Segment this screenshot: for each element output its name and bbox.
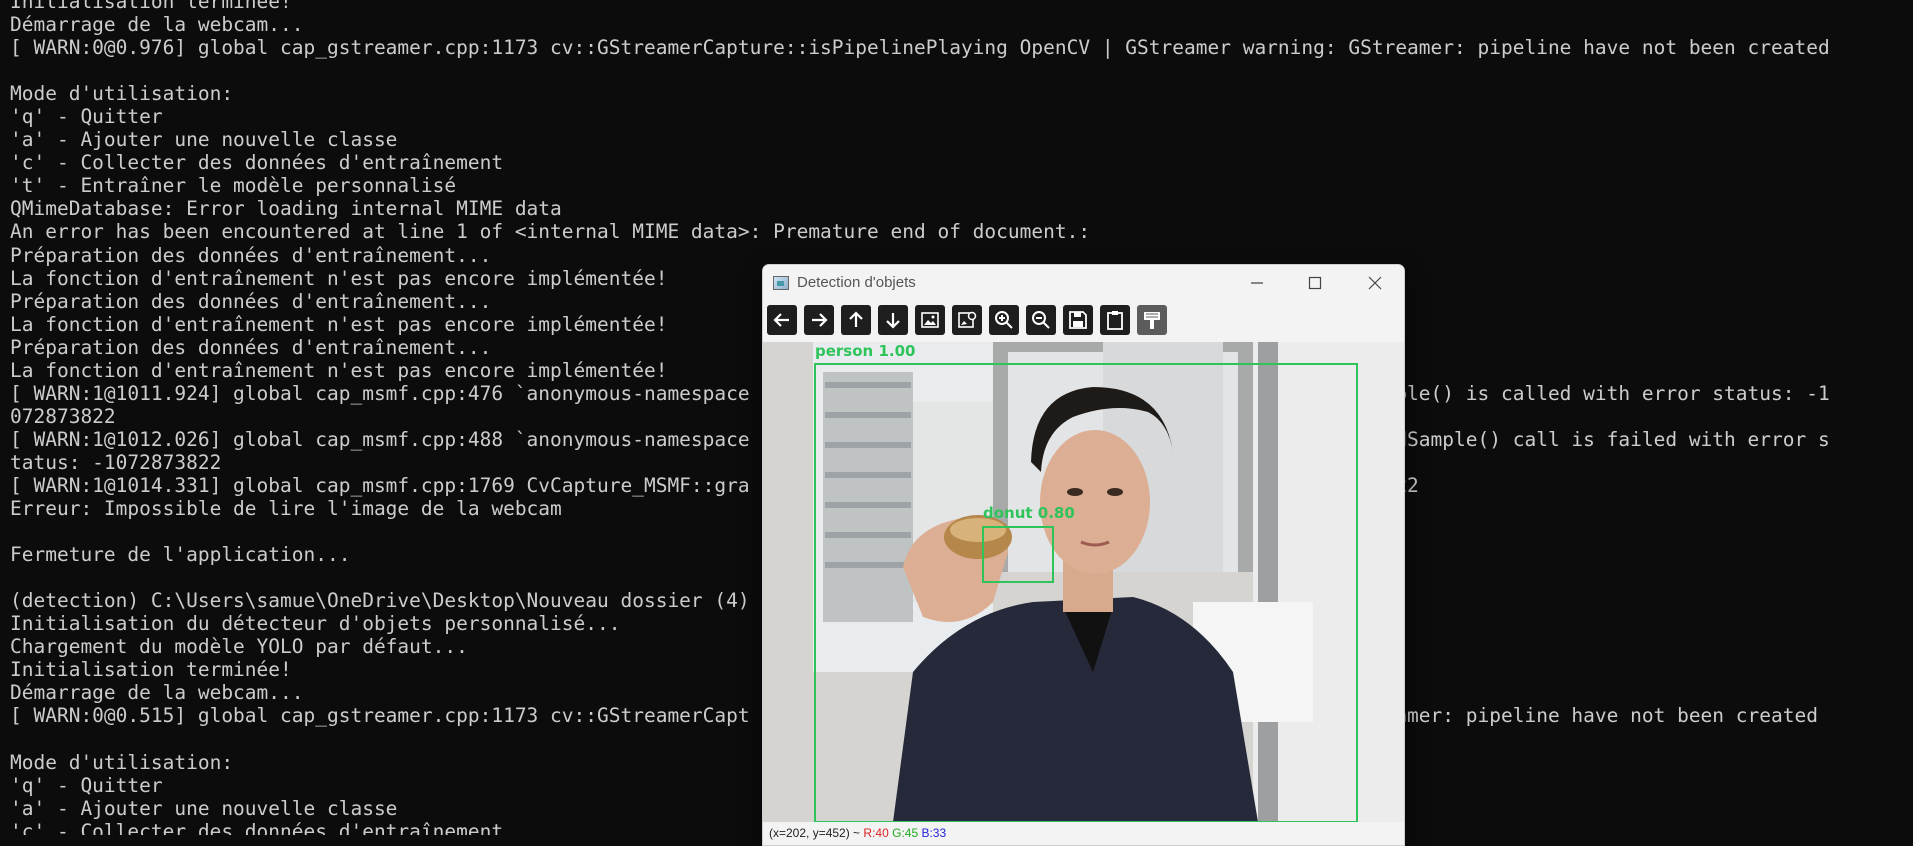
- donut-detection-label: donut 0.80: [983, 504, 1075, 522]
- close-icon: [1368, 276, 1382, 290]
- close-button[interactable]: [1346, 265, 1404, 301]
- save-icon: [1069, 311, 1087, 329]
- pan-down-button[interactable]: [878, 305, 908, 335]
- minimize-button[interactable]: [1228, 265, 1286, 301]
- opencv-window[interactable]: Detection d'objets person 1.00 donut 0.8…: [762, 264, 1405, 846]
- zoom-in-button[interactable]: [989, 305, 1019, 335]
- arrow-up-icon: [849, 311, 863, 327]
- arrow-left-icon: [773, 313, 789, 327]
- console-line: 'a' - Ajouter une nouvelle classe: [10, 128, 398, 152]
- console-line: 'q' - Quitter: [10, 105, 163, 129]
- zoom-out-icon: [1032, 311, 1050, 329]
- window-titlebar[interactable]: Detection d'objets: [763, 265, 1404, 301]
- clipboard-icon: [1107, 311, 1123, 330]
- webcam-view[interactable]: person 1.00 donut 0.80: [763, 342, 1404, 822]
- window-title: Detection d'objets: [797, 274, 916, 291]
- console-line: 't' - Entraîner le modèle personnalisé: [10, 174, 457, 198]
- maximize-icon: [1308, 276, 1322, 290]
- console-line: 'c' - Collecter des données d'entraîneme…: [10, 151, 504, 175]
- copy-clipboard-button[interactable]: [1100, 305, 1130, 335]
- zoom-in-icon: [995, 311, 1013, 329]
- webcam-frame: [763, 342, 1404, 822]
- app-icon: [773, 276, 789, 290]
- cursor-coords: (x=202, y=452) ~: [769, 826, 861, 840]
- zoom-original-button[interactable]: [952, 305, 982, 335]
- pan-left-button[interactable]: [767, 305, 797, 335]
- console-line: Mode d'utilisation:: [10, 82, 234, 106]
- zoom-out-button[interactable]: [1026, 305, 1056, 335]
- pixel-red: R:40: [863, 826, 889, 840]
- pan-right-button[interactable]: [804, 305, 834, 335]
- person-detection-label: person 1.00: [815, 342, 916, 360]
- properties-icon: [1144, 312, 1160, 329]
- pan-up-button[interactable]: [841, 305, 871, 335]
- arrow-right-icon: [812, 313, 828, 327]
- console-line: [ WARN:0@0.976] global cap_gstreamer.cpp…: [10, 36, 1830, 60]
- image-icon: [921, 312, 939, 328]
- console-line: QMimeDatabase: Error loading internal MI…: [10, 197, 562, 221]
- zoom-fit-button[interactable]: [915, 305, 945, 335]
- console-line: Démarrage de la webcam...: [10, 13, 304, 37]
- properties-button[interactable]: [1137, 305, 1167, 335]
- arrow-down-icon: [886, 313, 900, 329]
- pixel-blue: B:33: [921, 826, 947, 840]
- maximize-button[interactable]: [1286, 265, 1344, 301]
- save-image-button[interactable]: [1063, 305, 1093, 335]
- console-line: Initialisation terminée!: [10, 0, 292, 13]
- pixel-green: G:45: [892, 826, 919, 840]
- minimize-icon: [1251, 282, 1263, 284]
- status-bar: (x=202, y=452) ~ R:40 G:45 B:33: [763, 822, 1404, 845]
- window-toolbar: [763, 303, 1404, 337]
- console-line: An error has been encountered at line 1 …: [10, 220, 1091, 244]
- image-zoom-icon: [958, 311, 977, 328]
